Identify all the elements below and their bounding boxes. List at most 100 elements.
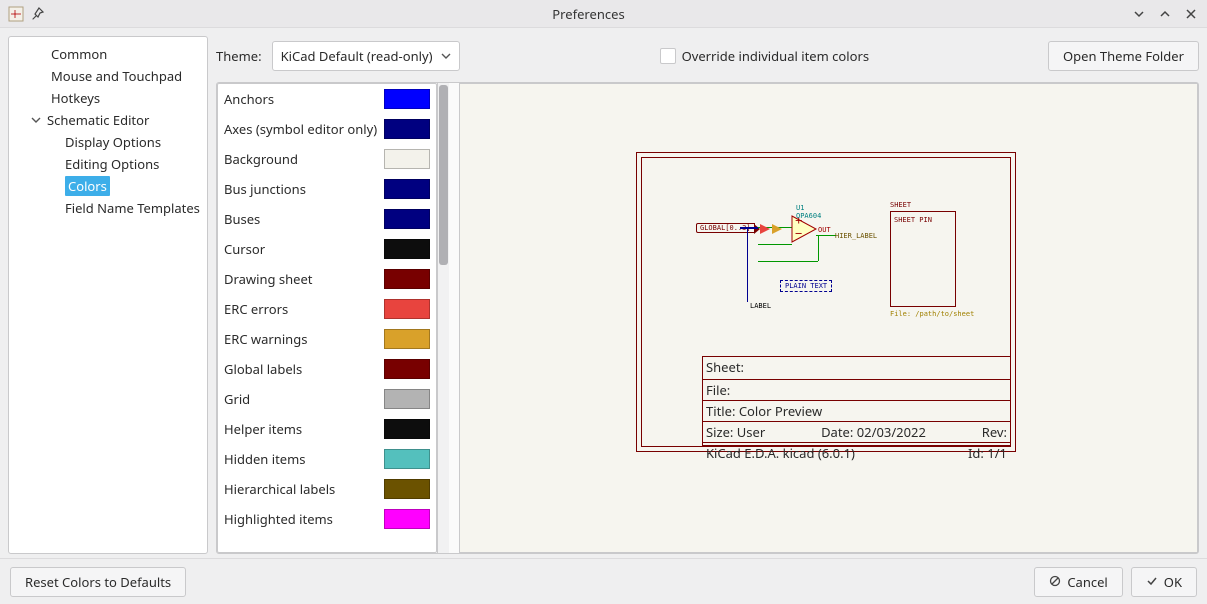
chevron-down-icon	[29, 115, 43, 125]
color-row[interactable]: Buses	[218, 204, 436, 234]
color-row[interactable]: ERC warnings	[218, 324, 436, 354]
tb-date: Date: 02/03/2022	[821, 423, 926, 441]
net-label: LABEL	[750, 302, 771, 310]
color-swatch[interactable]	[384, 149, 430, 169]
override-checkbox[interactable]: Override individual item colors	[660, 47, 869, 65]
color-swatch[interactable]	[384, 269, 430, 289]
tb-rev: Rev:	[982, 423, 1007, 441]
wire	[758, 261, 818, 262]
tree-item-common[interactable]: Common	[9, 43, 207, 65]
wire	[758, 244, 792, 245]
tree-item-label: Editing Options	[65, 155, 159, 173]
erc-error-marker	[760, 220, 766, 226]
toolbar: Theme: KiCad Default (read-only) Overrid…	[216, 36, 1199, 76]
color-swatch[interactable]	[384, 359, 430, 379]
color-name: Highlighted items	[224, 510, 384, 528]
color-swatch[interactable]	[384, 329, 430, 349]
scrollbar-thumb[interactable]	[439, 85, 448, 265]
color-row[interactable]: Anchors	[218, 84, 436, 114]
color-swatch[interactable]	[384, 509, 430, 529]
color-row[interactable]: Global labels	[218, 354, 436, 384]
color-list[interactable]: Anchors Axes (symbol editor only) Backgrou…	[217, 83, 437, 553]
footer: Reset Colors to Defaults Cancel OK	[0, 558, 1207, 604]
checkbox-box	[660, 48, 676, 64]
color-swatch[interactable]	[384, 239, 430, 259]
open-theme-folder-button[interactable]: Open Theme Folder	[1048, 41, 1199, 71]
component-ref: U1	[796, 204, 804, 212]
color-row[interactable]: Axes (symbol editor only)	[218, 114, 436, 144]
color-swatch[interactable]	[384, 89, 430, 109]
scrollbar[interactable]	[437, 83, 449, 553]
sheet-name: SHEET	[890, 201, 911, 209]
maximize-icon[interactable]	[1157, 6, 1173, 22]
theme-select[interactable]: KiCad Default (read-only)	[272, 41, 460, 71]
tree-item-label: Mouse and Touchpad	[51, 67, 182, 85]
color-name: Buses	[224, 210, 384, 228]
color-name: Bus junctions	[224, 180, 384, 198]
color-name: Helper items	[224, 420, 384, 438]
color-row[interactable]: Drawing sheet	[218, 264, 436, 294]
color-name: ERC warnings	[224, 330, 384, 348]
pin-icon[interactable]	[30, 6, 46, 22]
tree-item-display-options[interactable]: Display Options	[9, 131, 207, 153]
color-row[interactable]: Background	[218, 144, 436, 174]
titlebar: Preferences	[0, 0, 1207, 28]
color-name: Grid	[224, 390, 384, 408]
theme-label: Theme:	[216, 47, 262, 65]
cancel-icon	[1049, 573, 1061, 591]
erc-warning-marker	[772, 220, 778, 226]
color-row[interactable]: Helper items	[218, 414, 436, 444]
bus	[740, 227, 758, 229]
color-swatch[interactable]	[384, 449, 430, 469]
color-row[interactable]: Bus junctions	[218, 174, 436, 204]
tree-item-label: Field Name Templates	[65, 199, 200, 217]
pin-name: OUT	[818, 226, 831, 234]
hierarchical-sheet	[890, 211, 956, 307]
tree-item-schematic-editor[interactable]: Schematic Editor	[9, 109, 207, 131]
close-icon[interactable]	[1183, 6, 1199, 22]
color-row[interactable]: Hidden items	[218, 444, 436, 474]
tb-title: Title: Color Preview	[706, 402, 822, 420]
color-swatch[interactable]	[384, 299, 430, 319]
color-name: ERC errors	[224, 300, 384, 318]
color-swatch[interactable]	[384, 479, 430, 499]
override-label: Override individual item colors	[682, 47, 869, 65]
color-name: Background	[224, 150, 384, 168]
plain-text: PLAIN TEXT	[780, 280, 832, 292]
ok-button[interactable]: OK	[1131, 567, 1197, 597]
color-name: Anchors	[224, 90, 384, 108]
color-row[interactable]: Grid	[218, 384, 436, 414]
tb-size: Size: User	[706, 423, 765, 441]
title-block: Sheet: File: Title: Color Preview Size: …	[702, 356, 1011, 446]
check-icon	[1146, 573, 1158, 591]
reset-colors-button[interactable]: Reset Colors to Defaults	[10, 567, 186, 597]
cancel-label: Cancel	[1067, 573, 1107, 591]
color-row[interactable]: Highlighted items	[218, 504, 436, 534]
app-icon	[8, 6, 24, 22]
cancel-button[interactable]: Cancel	[1034, 567, 1122, 597]
color-name: Axes (symbol editor only)	[224, 120, 384, 138]
tree-item-editing-options[interactable]: Editing Options	[9, 153, 207, 175]
color-swatch[interactable]	[384, 179, 430, 199]
tree-item-colors[interactable]: Colors	[9, 175, 207, 197]
color-name: Hidden items	[224, 450, 384, 468]
color-row[interactable]: Hierarchical labels	[218, 474, 436, 504]
color-row[interactable]: Cursor	[218, 234, 436, 264]
color-row[interactable]: ERC errors	[218, 294, 436, 324]
minimize-icon[interactable]	[1131, 6, 1147, 22]
color-swatch[interactable]	[384, 419, 430, 439]
sheet-file: File: /path/to/sheet	[890, 310, 974, 318]
chevron-down-icon	[441, 47, 451, 65]
color-name: Global labels	[224, 360, 384, 378]
tree-item-label: Colors	[65, 176, 110, 196]
color-swatch[interactable]	[384, 119, 430, 139]
tree-item-mouse-and-touchpad[interactable]: Mouse and Touchpad	[9, 65, 207, 87]
bus-wire	[747, 227, 748, 302]
nav-tree: Common Mouse and Touchpad HotkeysSchematic…	[8, 36, 208, 554]
tree-item-hotkeys[interactable]: Hotkeys	[9, 87, 207, 109]
color-swatch[interactable]	[384, 389, 430, 409]
color-swatch[interactable]	[384, 209, 430, 229]
color-name: Cursor	[224, 240, 384, 258]
open-theme-folder-label: Open Theme Folder	[1063, 47, 1184, 65]
tree-item-field-name-templates[interactable]: Field Name Templates	[9, 197, 207, 219]
